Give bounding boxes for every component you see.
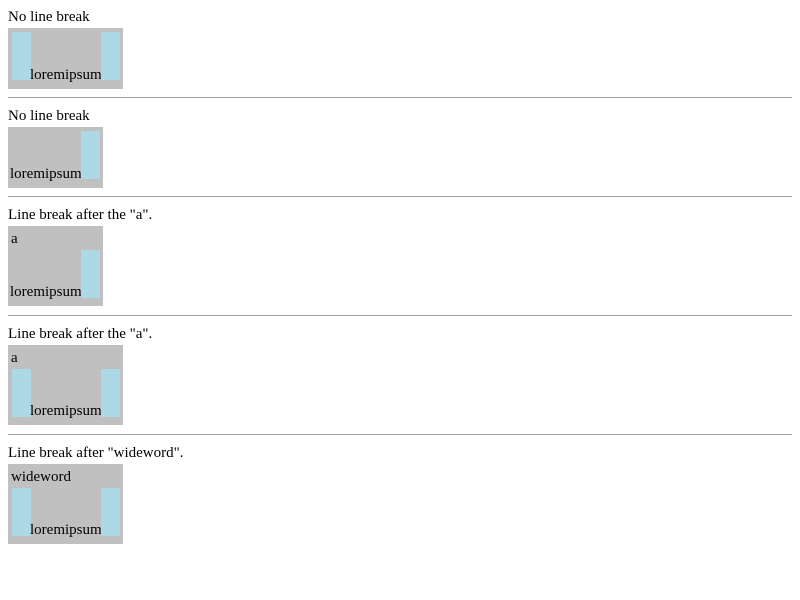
box-label: loremipsum <box>10 284 82 300</box>
test-case-4: Line break after the "a". a loremipsum <box>8 326 792 426</box>
left-inline-block <box>12 369 31 417</box>
box-first-line: wideword <box>11 469 71 485</box>
box-label: loremipsum <box>30 67 102 83</box>
right-inline-block <box>101 488 120 536</box>
test-caption: Line break after the "a". <box>8 207 153 223</box>
right-inline-block <box>81 131 100 179</box>
test-case-5: Line break after "wideword". wideword lo… <box>8 445 792 545</box>
right-inline-block <box>81 250 100 298</box>
box-label: loremipsum <box>30 522 102 538</box>
test-caption: Line break after the "a". <box>8 326 153 342</box>
left-inline-block <box>12 32 31 80</box>
divider <box>8 315 792 316</box>
right-inline-block <box>101 369 120 417</box>
test-case-3: Line break after the "a". a loremipsum <box>8 207 792 307</box>
box-first-line: a <box>11 231 18 247</box>
box-label: loremipsum <box>30 403 102 419</box>
divider <box>8 97 792 98</box>
test-caption: No line break <box>8 108 90 124</box>
box-first-line: a <box>11 350 18 366</box>
left-inline-block <box>12 488 31 536</box>
test-caption: Line break after "wideword". <box>8 445 184 461</box>
test-box: loremipsum <box>8 28 123 89</box>
test-box: a loremipsum <box>8 226 103 306</box>
box-label: loremipsum <box>10 166 82 182</box>
test-box: loremipsum <box>8 127 103 188</box>
test-case-2: No line break loremipsum <box>8 108 792 189</box>
page: { "sections": [ { "caption": "No line br… <box>0 0 800 600</box>
test-box: a loremipsum <box>8 345 123 425</box>
test-box: wideword loremipsum <box>8 464 123 544</box>
divider <box>8 196 792 197</box>
test-case-1: No line break loremipsum <box>8 9 792 90</box>
right-inline-block <box>101 32 120 80</box>
divider <box>8 434 792 435</box>
test-caption: No line break <box>8 9 90 25</box>
